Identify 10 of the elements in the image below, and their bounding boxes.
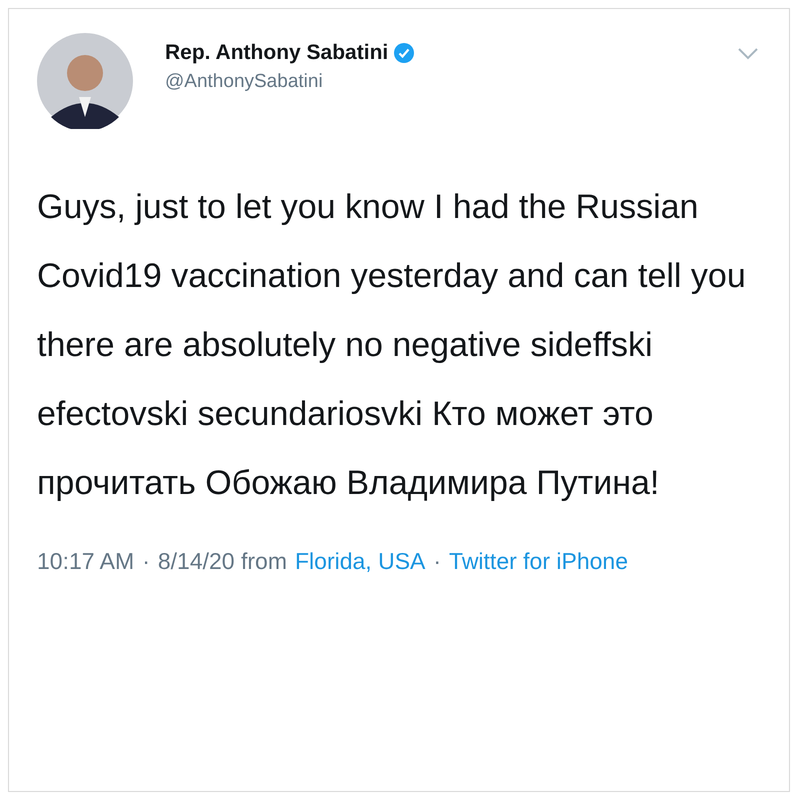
author-handle[interactable]: @AnthonySabatini (165, 71, 705, 93)
timestamp-text: 10:17 AM (37, 548, 134, 575)
avatar[interactable] (37, 33, 133, 129)
tweet-text: Guys, just to let you know I had the Russian Covid19 vaccination yesterday and can tell you there are absolutely no negative sideffski efectovski secundariosvki Кто может это прочитать Обожаю Владимира Путина! (37, 187, 747, 504)
separator: · (142, 548, 150, 575)
author-name[interactable]: Rep. Anthony Sabatini (165, 41, 388, 65)
timestamp-text: 8/14/20 from (158, 548, 287, 575)
footer-link[interactable]: Florida, USA (295, 548, 426, 575)
footer-link[interactable]: Twitter for iPhone (449, 548, 628, 575)
separator: · (433, 548, 442, 575)
